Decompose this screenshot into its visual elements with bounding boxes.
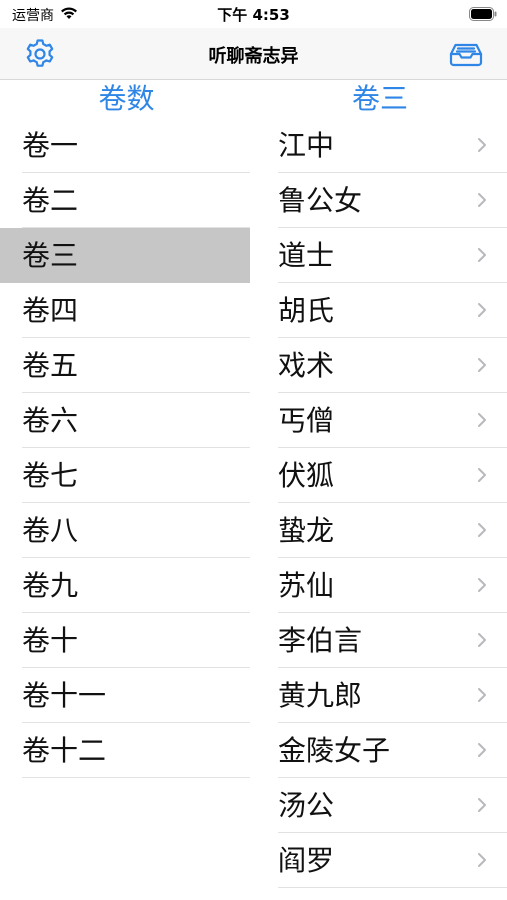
- story-label: 汤公: [278, 789, 335, 822]
- story-label: 蛰龙: [278, 514, 335, 547]
- story-label: 江中: [278, 129, 335, 162]
- story-label: 丐僧: [278, 404, 335, 437]
- story-label: 道士: [278, 239, 335, 272]
- battery-icon: [469, 6, 497, 25]
- status-bar: 运营商 下午 4:53: [0, 0, 507, 28]
- status-time: 下午 4:53: [217, 6, 290, 24]
- story-row[interactable]: 蛰龙: [256, 503, 507, 558]
- volume-label: 卷九: [22, 569, 79, 602]
- volume-row[interactable]: 卷二: [0, 173, 250, 228]
- page-title: 听聊斋志异: [208, 46, 299, 67]
- row-divider: [22, 777, 250, 778]
- volume-row-selected[interactable]: 卷三: [0, 228, 250, 283]
- volume-label: 卷一: [22, 129, 79, 162]
- volume-list: 卷一 卷二 卷三 卷四 卷五 卷六 卷七 卷八 卷九 卷十 卷十一 卷十二: [0, 118, 250, 778]
- volume-row[interactable]: 卷九: [0, 558, 250, 613]
- volume-label: 卷六: [22, 404, 79, 437]
- chevron-right-icon: [478, 743, 486, 757]
- volume-row[interactable]: 卷十一: [0, 668, 250, 723]
- volume-row[interactable]: 卷十: [0, 613, 250, 668]
- volume-row[interactable]: 卷八: [0, 503, 250, 558]
- story-label: 胡氏: [278, 294, 335, 327]
- chevron-right-icon: [478, 523, 486, 537]
- volume-row[interactable]: 卷六: [0, 393, 250, 448]
- volume-label: 卷十二: [22, 734, 107, 767]
- chevron-right-icon: [478, 138, 486, 152]
- chevron-right-icon: [478, 853, 486, 867]
- stories-header: 卷三: [351, 82, 408, 115]
- story-row[interactable]: 李伯言: [256, 613, 507, 668]
- row-divider: [278, 887, 507, 888]
- story-row[interactable]: 苏仙: [256, 558, 507, 613]
- chevron-right-icon: [478, 303, 486, 317]
- volume-row[interactable]: 卷五: [0, 338, 250, 393]
- story-row[interactable]: 丐僧: [256, 393, 507, 448]
- volume-label: 卷四: [22, 294, 79, 327]
- story-label: 戏术: [278, 349, 335, 382]
- chevron-right-icon: [478, 193, 486, 207]
- chevron-right-icon: [478, 248, 486, 262]
- volume-label: 卷五: [22, 349, 79, 382]
- chevron-right-icon: [478, 413, 486, 427]
- volume-row[interactable]: 卷四: [0, 283, 250, 338]
- story-row[interactable]: 金陵女子: [256, 723, 507, 778]
- navigation-bar: 听聊斋志异: [0, 28, 507, 80]
- volume-label: 卷十: [22, 624, 79, 657]
- story-list: 江中 鲁公女 道士 胡氏 戏术 丐僧 伏狐 蛰龙 苏仙 李伯言 黄九郎 金陵女子…: [256, 118, 507, 888]
- story-label: 阎罗: [278, 844, 335, 877]
- story-row[interactable]: 伏狐: [256, 448, 507, 503]
- story-label: 鲁公女: [278, 184, 363, 217]
- inbox-tray-icon: [447, 43, 485, 76]
- story-row[interactable]: 黄九郎: [256, 668, 507, 723]
- story-label: 黄九郎: [278, 679, 363, 712]
- story-row[interactable]: 阎罗: [256, 833, 507, 888]
- story-row[interactable]: 汤公: [256, 778, 507, 833]
- story-label: 李伯言: [278, 624, 363, 657]
- chevron-right-icon: [478, 578, 486, 592]
- story-row[interactable]: 胡氏: [256, 283, 507, 338]
- story-row[interactable]: 戏术: [256, 338, 507, 393]
- volume-label: 卷十一: [22, 679, 107, 712]
- volume-row[interactable]: 卷一: [0, 118, 250, 173]
- story-row[interactable]: 江中: [256, 118, 507, 173]
- chevron-right-icon: [478, 468, 486, 482]
- story-row[interactable]: 鲁公女: [256, 173, 507, 228]
- volume-row[interactable]: 卷七: [0, 448, 250, 503]
- story-label: 金陵女子: [278, 734, 391, 767]
- volume-label: 卷八: [22, 514, 79, 547]
- story-label: 苏仙: [278, 569, 335, 602]
- volume-label: 卷七: [22, 459, 79, 492]
- volumes-header: 卷数: [98, 82, 155, 115]
- inbox-button[interactable]: [447, 36, 485, 72]
- chevron-right-icon: [478, 358, 486, 372]
- volume-row[interactable]: 卷十二: [0, 723, 250, 778]
- volume-label: 卷二: [22, 184, 79, 217]
- chevron-right-icon: [478, 633, 486, 647]
- volume-label: 卷三: [22, 239, 79, 272]
- chevron-right-icon: [478, 798, 486, 812]
- story-label: 伏狐: [278, 459, 335, 492]
- story-row[interactable]: 道士: [256, 228, 507, 283]
- chevron-right-icon: [478, 688, 486, 702]
